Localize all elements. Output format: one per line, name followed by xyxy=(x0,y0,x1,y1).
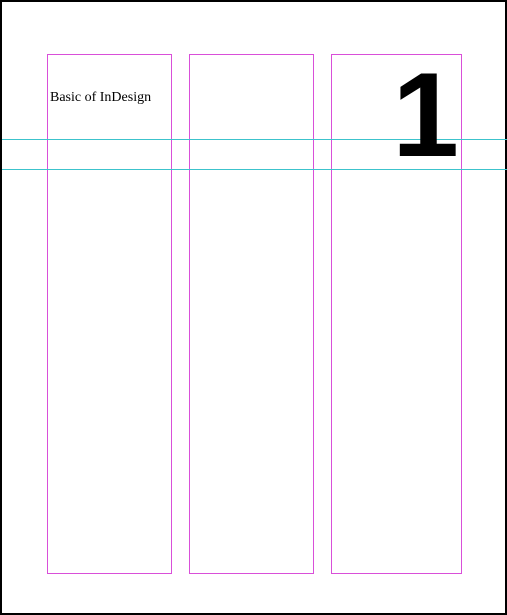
chapter-number[interactable]: 1 xyxy=(392,46,454,184)
column-guide-2 xyxy=(189,54,314,574)
page-canvas[interactable]: Basic of InDesign 1 xyxy=(47,54,462,574)
column-guide-1 xyxy=(47,54,172,574)
document-title[interactable]: Basic of InDesign xyxy=(50,90,151,106)
